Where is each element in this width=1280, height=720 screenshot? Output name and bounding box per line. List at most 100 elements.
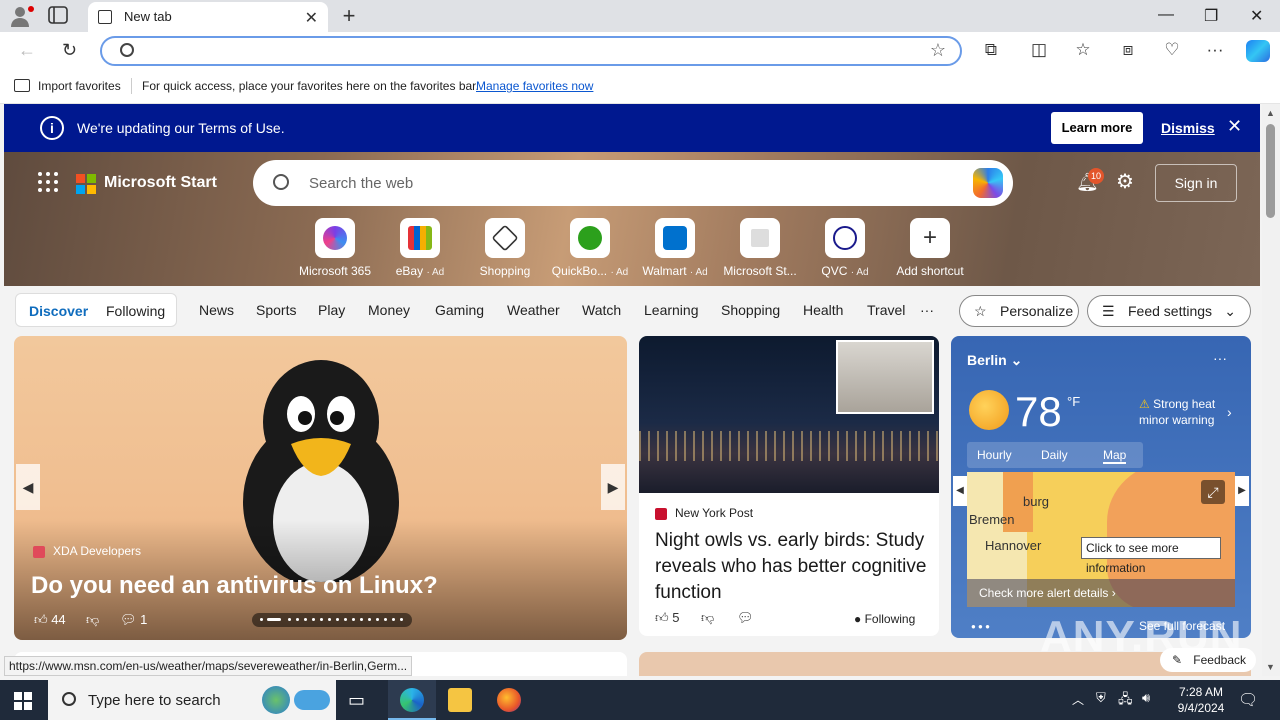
alert-text: Strong heat minor warning bbox=[1139, 397, 1216, 427]
windows-start-icon[interactable] bbox=[14, 692, 32, 710]
network-icon[interactable]: 🖧︎ bbox=[1118, 690, 1133, 712]
featured-article-card[interactable]: ◀ ▶ XDA Developers Do you need an antivi… bbox=[14, 336, 627, 640]
shortcut-microsoft-365[interactable]: Microsoft 365 bbox=[295, 218, 375, 278]
shortcut-ebay[interactable]: eBay · Ad bbox=[380, 218, 460, 278]
tab-discover[interactable]: Discover bbox=[29, 303, 88, 319]
city-selector[interactable]: Berlin ⌄ bbox=[967, 352, 1022, 369]
split-screen-icon[interactable]: ◫ bbox=[1028, 40, 1050, 60]
close-window-icon[interactable]: ✕ bbox=[1250, 6, 1263, 26]
comment-button[interactable]: 💬︎ 1 bbox=[120, 612, 147, 628]
like-button[interactable]: 👍︎ 44 bbox=[34, 612, 66, 628]
favorites-icon[interactable]: ☆ bbox=[1072, 40, 1094, 60]
file-explorer-icon[interactable] bbox=[448, 688, 472, 712]
personalize-button[interactable]: ☆ Personalize bbox=[959, 295, 1079, 327]
tab-daily[interactable]: Daily bbox=[1041, 448, 1068, 462]
carousel-next-icon[interactable]: ▶ bbox=[601, 464, 625, 510]
feedback-label: Feedback bbox=[1193, 653, 1246, 667]
nav-money[interactable]: Money bbox=[368, 302, 410, 318]
shortcut-shopping[interactable]: Shopping bbox=[465, 218, 545, 278]
copilot-icon[interactable] bbox=[1246, 40, 1270, 62]
show-hidden-icons[interactable]: ︿ bbox=[1072, 691, 1084, 708]
shortcut-add[interactable]: + Add shortcut bbox=[890, 218, 970, 278]
weather-alert[interactable]: ⚠ Strong heat minor warning bbox=[1139, 396, 1229, 428]
favorite-star-icon[interactable]: ☆ bbox=[930, 40, 946, 61]
brand-name[interactable]: Microsoft Start bbox=[104, 174, 217, 192]
tab-actions-icon[interactable] bbox=[48, 6, 72, 26]
task-view-icon[interactable]: ▭ bbox=[348, 690, 372, 714]
news-article-card[interactable]: New York Post Night owls vs. early birds… bbox=[639, 336, 939, 636]
copilot-icon[interactable] bbox=[973, 168, 1003, 198]
extensions-icon[interactable]: ⧉ bbox=[980, 40, 1002, 60]
tab-following[interactable]: Following bbox=[106, 303, 165, 319]
temperature-unit[interactable]: °F bbox=[1067, 394, 1080, 409]
nav-health[interactable]: Health bbox=[803, 302, 843, 318]
tab-map[interactable]: Map bbox=[1103, 448, 1127, 464]
notification-center-icon[interactable]: 🗨︎ bbox=[1238, 690, 1258, 710]
restore-icon[interactable]: ❐ bbox=[1204, 6, 1218, 26]
browser-essentials-icon[interactable]: ♡ bbox=[1161, 40, 1183, 60]
refresh-icon[interactable]: ↻ bbox=[62, 40, 77, 61]
collections-icon[interactable]: ⧈ bbox=[1117, 40, 1139, 60]
nav-news[interactable]: News bbox=[199, 302, 234, 318]
scroll-down-icon[interactable]: ▼ bbox=[1266, 662, 1275, 672]
learn-more-button[interactable]: Learn more bbox=[1051, 112, 1143, 144]
app-launcher-icon[interactable] bbox=[38, 172, 58, 192]
close-tab-icon[interactable]: ✕ bbox=[305, 8, 318, 28]
shortcut-qvc[interactable]: QVC · Ad bbox=[805, 218, 885, 278]
map-prev-icon[interactable]: ◀ bbox=[953, 476, 967, 506]
more-nav-icon[interactable]: ··· bbox=[920, 302, 934, 318]
system-clock[interactable]: 7:28 AM 9/4/2024 bbox=[1172, 684, 1230, 716]
carousel-prev-icon[interactable]: ◀ bbox=[16, 464, 40, 510]
like-button[interactable]: 👍︎ 5 bbox=[655, 610, 679, 626]
nav-weather[interactable]: Weather bbox=[507, 302, 560, 318]
nav-watch[interactable]: Watch bbox=[582, 302, 621, 318]
feedback-button[interactable]: ✎ Feedback bbox=[1160, 648, 1256, 672]
nav-gaming[interactable]: Gaming bbox=[435, 302, 484, 318]
back-icon[interactable]: ← bbox=[18, 40, 36, 61]
address-bar[interactable]: ☆ bbox=[100, 36, 962, 66]
dislike-icon[interactable]: 👎︎ bbox=[701, 610, 714, 626]
minimize-icon[interactable]: — bbox=[1158, 6, 1174, 24]
close-banner-icon[interactable]: ✕ bbox=[1227, 116, 1242, 137]
tab-new-tab[interactable]: New tab ✕ bbox=[88, 2, 328, 32]
tab-hourly[interactable]: Hourly bbox=[977, 448, 1012, 462]
settings-gear-icon[interactable]: ⚙ bbox=[1116, 169, 1134, 194]
import-favorites[interactable]: Import favorites bbox=[38, 79, 121, 93]
nav-shopping[interactable]: Shopping bbox=[721, 302, 780, 318]
volume-icon[interactable]: 🔊︎ bbox=[1142, 690, 1150, 706]
security-icon[interactable]: ⛨ bbox=[1096, 690, 1106, 706]
profile-icon[interactable] bbox=[8, 4, 36, 28]
dismiss-link[interactable]: Dismiss bbox=[1161, 120, 1215, 136]
shortcut-walmart[interactable]: Walmart · Ad bbox=[635, 218, 715, 278]
shortcut-quickbooks[interactable]: QuickBo... · Ad bbox=[550, 218, 630, 278]
scroll-thumb[interactable] bbox=[1266, 124, 1275, 218]
expand-icon[interactable]: ⤢ bbox=[1201, 480, 1225, 504]
chevron-right-icon[interactable]: › bbox=[1227, 404, 1232, 420]
more-menu-icon[interactable]: ··· bbox=[1204, 40, 1226, 60]
taskbar-edge-active[interactable] bbox=[388, 680, 436, 720]
scroll-up-icon[interactable]: ▲ bbox=[1266, 108, 1275, 118]
following-button[interactable]: ● Following bbox=[854, 612, 915, 626]
comment-icon[interactable]: 💬︎ bbox=[737, 610, 754, 626]
city-name: Berlin bbox=[967, 352, 1007, 368]
nav-sports[interactable]: Sports bbox=[256, 302, 296, 318]
check-alerts-link[interactable]: Check more alert details › bbox=[967, 579, 1235, 607]
page-scrollbar[interactable]: ▲ ▼ bbox=[1262, 104, 1280, 676]
manage-favorites-link[interactable]: Manage favorites now bbox=[476, 79, 593, 93]
new-tab-icon[interactable]: + bbox=[338, 3, 360, 29]
shortcut-microsoft-store[interactable]: Microsoft St... bbox=[720, 218, 800, 278]
article-title[interactable]: Night owls vs. early birds: Study reveal… bbox=[655, 528, 927, 606]
feed-settings-button[interactable]: ☰ Feed settings ⌄ bbox=[1087, 295, 1251, 327]
nav-travel[interactable]: Travel bbox=[867, 302, 905, 318]
nav-learning[interactable]: Learning bbox=[644, 302, 699, 318]
taskbar-search[interactable]: Type here to search bbox=[48, 680, 336, 720]
firefox-icon[interactable] bbox=[497, 688, 521, 712]
dislike-icon[interactable]: 👎︎ bbox=[86, 612, 99, 628]
sign-in-button[interactable]: Sign in bbox=[1155, 164, 1237, 202]
carousel-indicator[interactable] bbox=[252, 613, 412, 627]
nav-play[interactable]: Play bbox=[318, 302, 345, 318]
more-options-icon[interactable]: ··· bbox=[1213, 350, 1227, 366]
web-search-box[interactable]: Search the web bbox=[253, 160, 1013, 206]
article-title[interactable]: Do you need an antivirus on Linux? bbox=[31, 572, 438, 600]
map-next-icon[interactable]: ▶ bbox=[1235, 476, 1249, 506]
